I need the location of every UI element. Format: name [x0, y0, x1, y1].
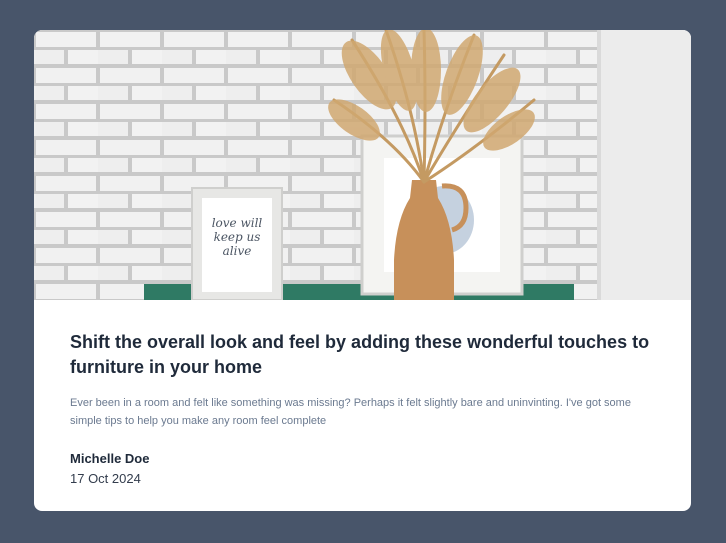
publish-date: 17 Oct 2024: [70, 471, 141, 486]
frame-print-text: love will keep us alive: [211, 216, 263, 258]
article-content: Shift the overall look and feel by addin…: [70, 330, 660, 488]
article-card[interactable]: love will keep us alive Shift the overal…: [34, 30, 691, 511]
article-title[interactable]: Shift the overall look and feel by addin…: [70, 330, 660, 380]
article-description: Ever been in a room and felt like someth…: [70, 397, 631, 427]
article-image: love will keep us alive: [34, 30, 691, 300]
author-name: Michelle Doe: [70, 451, 150, 466]
